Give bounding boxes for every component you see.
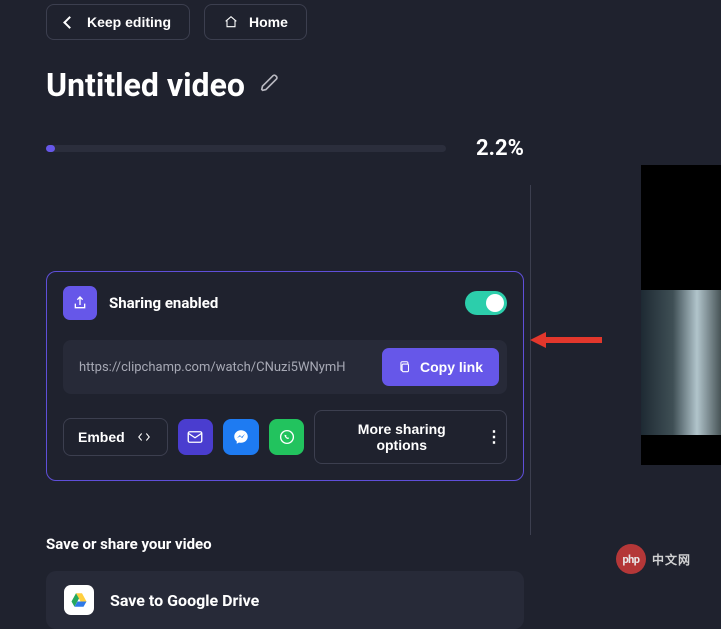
more-sharing-label: More sharing options (331, 421, 472, 453)
share-link-row: https://clipchamp.com/watch/CNuzi5WNymH … (63, 340, 507, 394)
watermark: php 中文网 (616, 544, 691, 574)
more-sharing-options-button[interactable]: More sharing options (314, 410, 507, 464)
share-whatsapp-button[interactable] (269, 419, 305, 455)
sharing-card: Sharing enabled https://clipchamp.com/wa… (46, 271, 524, 481)
video-preview-pane (641, 165, 721, 465)
vertical-divider (530, 185, 531, 535)
share-link-text[interactable]: https://clipchamp.com/watch/CNuzi5WNymH (79, 360, 346, 375)
progress-fill (46, 145, 55, 152)
home-label: Home (249, 14, 288, 30)
progress-bar (46, 145, 446, 152)
sharing-header: Sharing enabled (63, 286, 507, 320)
sharing-actions: Embed More sharing options (63, 410, 507, 464)
copy-link-label: Copy link (420, 359, 483, 375)
keep-editing-button[interactable]: Keep editing (46, 4, 190, 40)
save-google-drive-button[interactable]: Save to Google Drive (46, 571, 524, 629)
home-button[interactable]: Home (204, 4, 307, 40)
video-preview-image (641, 290, 721, 435)
edit-title-button[interactable] (259, 72, 281, 98)
copy-link-button[interactable]: Copy link (382, 348, 499, 386)
sharing-toggle[interactable] (465, 291, 507, 315)
progress-row: 2.2% (0, 104, 721, 161)
embed-label: Embed (78, 429, 125, 445)
top-nav: Keep editing Home (0, 0, 721, 40)
google-drive-icon (64, 585, 94, 615)
keep-editing-label: Keep editing (87, 14, 171, 30)
progress-percent: 2.2% (476, 136, 524, 161)
title-row: Untitled video (0, 40, 721, 104)
watermark-text: 中文网 (652, 551, 691, 568)
annotation-arrow (530, 330, 602, 350)
embed-button[interactable]: Embed (63, 418, 168, 456)
save-google-drive-label: Save to Google Drive (110, 591, 259, 610)
sharing-title: Sharing enabled (109, 294, 453, 312)
home-icon (223, 14, 239, 30)
share-messenger-button[interactable] (223, 419, 259, 455)
page-title: Untitled video (46, 66, 245, 104)
share-icon (63, 286, 97, 320)
share-mail-button[interactable] (178, 419, 214, 455)
more-vertical-icon (486, 429, 490, 446)
arrow-left-icon (61, 14, 77, 30)
watermark-logo: php (616, 544, 646, 574)
